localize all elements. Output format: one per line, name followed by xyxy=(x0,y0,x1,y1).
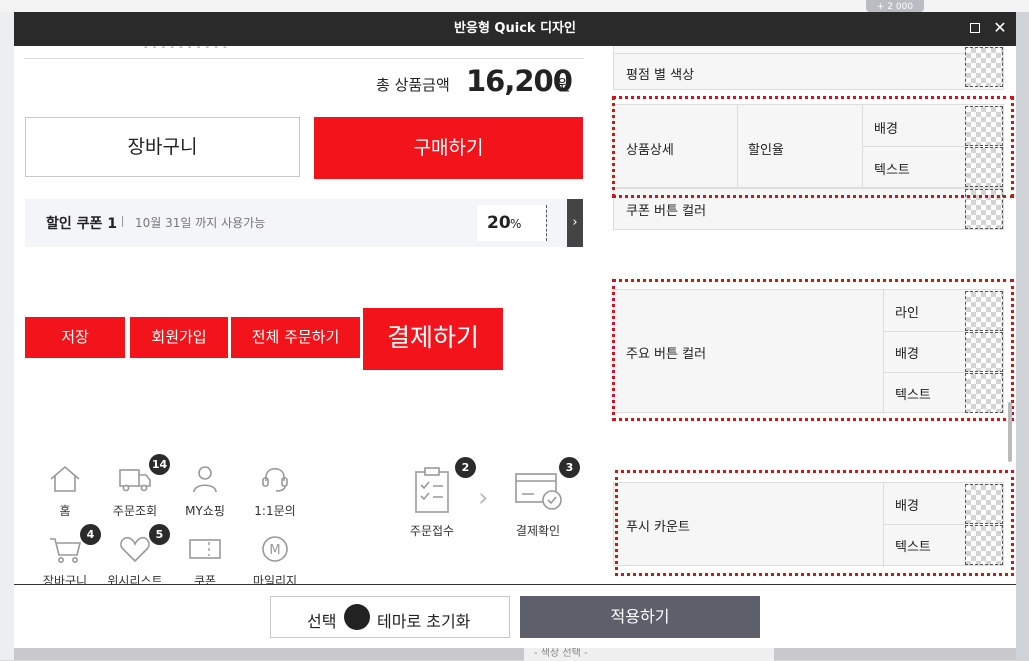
settings-scrollbar[interactable] xyxy=(1008,402,1012,462)
quick-label: 1:1문의 xyxy=(254,504,296,518)
step-label: 주문접수 xyxy=(409,524,455,538)
buy-button[interactable]: 구매하기 xyxy=(314,117,583,179)
dialog-title: 반응형 Quick 디자인 xyxy=(454,21,576,36)
ticket-icon xyxy=(189,539,221,559)
maximize-icon[interactable] xyxy=(970,23,980,33)
background-color-select[interactable]: - 색상 선택 - xyxy=(524,646,774,661)
quick-label: 홈 xyxy=(59,504,71,518)
mileage-icon: M xyxy=(262,536,288,562)
coupon-row[interactable]: 할인 쿠폰 1 10월 31일 까지 사용가능 20 % xyxy=(25,199,582,247)
dialog-footer: 선택 테마로 초기화 적용하기 xyxy=(14,584,1016,648)
preview-panel: - - - - - - - - - - 총 상품금액 16,200 원 장바구니… xyxy=(14,46,606,584)
coupon-name: 할인 쿠폰 1 xyxy=(46,216,118,232)
heart-icon xyxy=(120,536,150,563)
svg-text:M: M xyxy=(269,543,280,558)
quick-my-shopping[interactable]: MY쇼핑 xyxy=(165,464,245,519)
rating-color-swatch[interactable] xyxy=(965,47,1003,87)
quick-label: 장바구니 xyxy=(42,574,88,584)
divider xyxy=(24,58,584,59)
step-label: 결제확인 xyxy=(515,524,561,538)
highlight-product-detail xyxy=(612,96,1014,198)
coupon-discount-box: 20 % xyxy=(477,205,547,241)
previous-content-fragment: - - - - - - - - - - xyxy=(144,46,228,53)
coupon-date: 10월 31일 까지 사용가능 xyxy=(135,216,266,230)
chevron-right-icon: › xyxy=(478,483,489,513)
cart-button[interactable]: 장바구니 xyxy=(25,117,300,177)
home-icon xyxy=(50,465,80,492)
reset-suffix: 테마로 초기화 xyxy=(377,612,471,631)
rating-color-row: 평점 별 색상 xyxy=(613,46,1004,90)
background-page-bottom xyxy=(14,648,1016,660)
quick-coupon[interactable]: 쿠폰 xyxy=(165,534,245,584)
coupon-separator xyxy=(122,216,123,227)
quick-design-dialog: 반응형 Quick 디자인 ✕ - - - - - - - - - - 총 상품… xyxy=(14,12,1016,648)
quick-label: 주문조회 xyxy=(112,504,158,518)
coupon-button-color-label: 쿠폰 버튼 컬러 xyxy=(626,204,707,219)
apply-button[interactable]: 적용하기 xyxy=(520,596,760,638)
quick-label: 마일리지 xyxy=(252,574,298,584)
theme-color-dot xyxy=(344,604,370,630)
quick-mileage[interactable]: M 마일리지 xyxy=(235,534,315,584)
quick-inquiry[interactable]: 1:1문의 xyxy=(235,464,315,519)
join-button[interactable]: 회원가입 xyxy=(130,317,228,358)
reset-theme-button[interactable]: 선택 테마로 초기화 xyxy=(270,596,510,638)
background-badge: + 2 000 xyxy=(866,0,924,12)
background-page-left xyxy=(0,12,14,660)
pay-button[interactable]: 결제하기 xyxy=(363,308,503,370)
highlight-main-button xyxy=(612,279,1014,421)
chevron-right-icon[interactable]: › xyxy=(567,199,583,247)
quick-label: 위시리스트 xyxy=(107,574,163,584)
quick-label: 쿠폰 xyxy=(193,574,217,584)
clipboard-icon xyxy=(415,467,449,513)
reset-prefix: 선택 xyxy=(307,612,337,631)
settings-panel: 평점 별 색상 상품상세 할인율 배경 텍스트 쿠폰 버튼 컬러 주요 버튼 컬… xyxy=(606,46,1016,584)
background-page-right xyxy=(1016,12,1029,660)
step-confirmed-badge: 3 xyxy=(559,457,580,478)
coupon-percent: 20 xyxy=(487,213,511,233)
divider xyxy=(614,53,965,54)
order-all-button[interactable]: 전체 주문하기 xyxy=(231,317,360,358)
coupon-percent-sign: % xyxy=(510,217,522,231)
card-check-icon xyxy=(515,473,562,510)
headset-icon xyxy=(262,467,288,492)
save-button[interactable]: 저장 xyxy=(25,317,125,358)
rating-color-label: 평점 별 색상 xyxy=(626,68,695,83)
highlight-push-count xyxy=(615,470,1014,576)
quick-label: MY쇼핑 xyxy=(185,504,225,518)
cart-icon xyxy=(50,538,82,563)
total-unit: 원 xyxy=(557,76,571,94)
truck-icon xyxy=(119,469,151,492)
total-label: 총 상품금액 xyxy=(376,76,450,94)
close-icon[interactable]: ✕ xyxy=(992,20,1008,36)
step-received-badge: 2 xyxy=(455,457,476,478)
quick-home[interactable]: 홈 xyxy=(25,464,105,519)
person-icon xyxy=(193,466,217,493)
